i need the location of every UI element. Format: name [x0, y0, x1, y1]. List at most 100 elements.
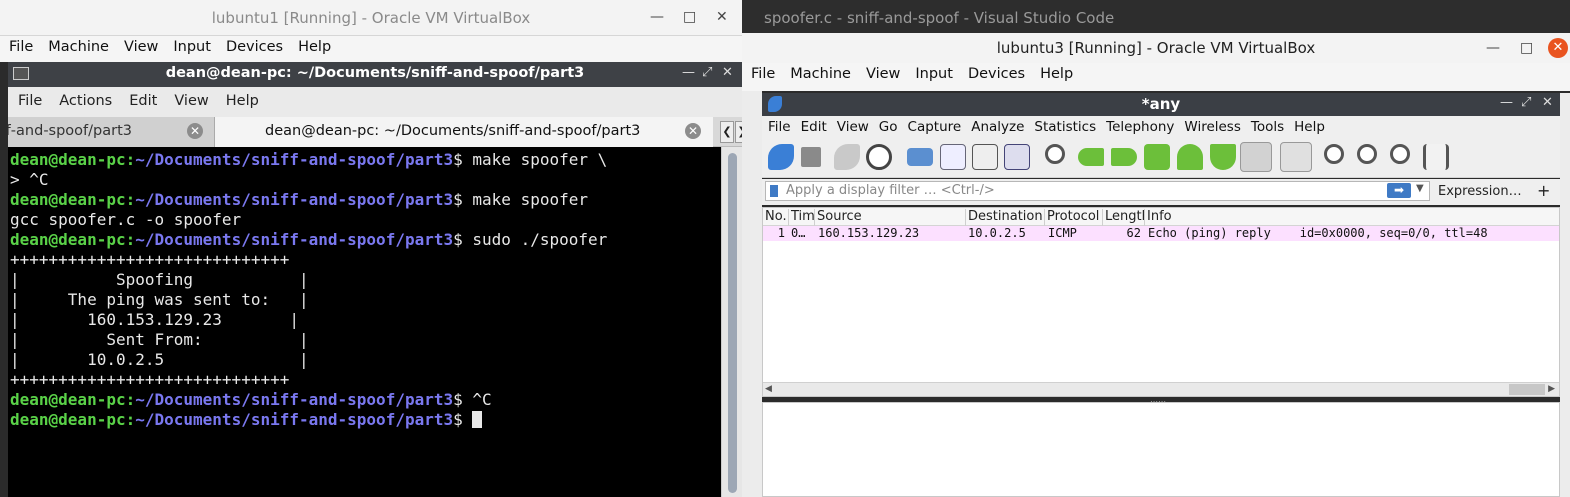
- reload-file-icon[interactable]: [1004, 144, 1030, 170]
- vb1-menu-help[interactable]: Help: [289, 36, 337, 55]
- packet-details-pane[interactable]: [762, 402, 1560, 497]
- terminal-tab-2[interactable]: dean@dean-pc: ~/Documents/sniff-and-spoo…: [215, 117, 713, 147]
- cell-no: 1: [777, 226, 785, 240]
- open-file-icon[interactable]: [907, 148, 933, 166]
- zoom-out-icon[interactable]: [1357, 144, 1377, 164]
- vb3-menu-devices[interactable]: Devices: [959, 63, 1031, 82]
- expression-button[interactable]: Expression…: [1438, 184, 1522, 199]
- ws-menu-analyze[interactable]: Analyze: [965, 116, 1028, 135]
- prompt-path: ~/Documents/sniff-and-spoof/part3: [135, 410, 454, 429]
- go-last-packet-icon[interactable]: [1210, 144, 1236, 170]
- maximize-icon[interactable]: ⤢: [702, 65, 712, 80]
- chevron-down-icon[interactable]: ▼: [1416, 183, 1424, 194]
- vb1-menu-file[interactable]: File: [0, 36, 39, 55]
- packet-list[interactable]: No. Tim Source Destination Protocol Leng…: [762, 207, 1560, 397]
- vb1-menu-devices[interactable]: Devices: [217, 36, 289, 55]
- minimize-icon[interactable]: —: [682, 65, 695, 80]
- vb3-menu-view[interactable]: View: [857, 63, 906, 82]
- go-to-packet-icon[interactable]: [1144, 144, 1170, 170]
- minimize-icon[interactable]: —: [1486, 40, 1500, 56]
- save-file-icon[interactable]: [940, 144, 966, 170]
- cell-time: 0…: [791, 226, 806, 240]
- close-icon[interactable]: ✕: [1548, 38, 1568, 58]
- maximize-icon[interactable]: □: [1520, 40, 1533, 56]
- capture-options-icon[interactable]: [866, 144, 892, 170]
- scrollbar-thumb[interactable]: [728, 153, 737, 493]
- scroll-left-icon[interactable]: ◀: [765, 384, 772, 394]
- command-text: make spoofer \: [462, 150, 608, 169]
- ws-menu-wireless[interactable]: Wireless: [1178, 116, 1245, 135]
- table-row[interactable]: 1 0… 160.153.129.23 10.0.2.5 ICMP 62 Ech…: [763, 226, 1559, 241]
- start-capture-icon[interactable]: [768, 144, 794, 170]
- restart-capture-icon[interactable]: [834, 144, 860, 170]
- column-time[interactable]: Tim: [789, 209, 815, 226]
- scroll-right-icon[interactable]: ▶: [1548, 384, 1555, 394]
- bookmark-icon[interactable]: [770, 185, 778, 197]
- ws-menu-telephony[interactable]: Telephony: [1100, 116, 1178, 135]
- vb3-menu-help[interactable]: Help: [1031, 63, 1079, 82]
- tab-label: dean@dean-pc: ~/Documents/sniff-and-spoo…: [8, 123, 132, 139]
- resize-columns-icon[interactable]: [1423, 144, 1449, 170]
- ws-menu-file[interactable]: File: [762, 116, 795, 135]
- column-protocol[interactable]: Protocol: [1045, 209, 1103, 226]
- ws-menu-tools[interactable]: Tools: [1245, 116, 1288, 135]
- minimize-icon[interactable]: —: [1500, 95, 1513, 110]
- packet-list-scrollbar[interactable]: ◀ ▶: [763, 382, 1559, 396]
- vb3-menu-file[interactable]: File: [742, 63, 781, 82]
- column-source[interactable]: Source: [815, 209, 966, 226]
- colorize-icon[interactable]: [1280, 142, 1312, 172]
- vscode-titlebar[interactable]: spoofer.c - sniff-and-spoof - Visual Stu…: [742, 0, 1570, 36]
- terminal-tab-1[interactable]: dean@dean-pc: ~/Documents/sniff-and-spoo…: [8, 117, 215, 147]
- vb1-menu-input[interactable]: Input: [164, 36, 217, 55]
- minimize-icon[interactable]: —: [650, 9, 664, 25]
- terminal-menu-file[interactable]: File: [8, 87, 49, 109]
- stop-capture-icon[interactable]: [801, 147, 821, 167]
- display-filter-input[interactable]: Apply a display filter … <Ctrl-/>: [765, 181, 1430, 201]
- close-icon[interactable]: ✕: [722, 65, 733, 80]
- prompt-user: dean@dean-pc: [10, 190, 126, 209]
- autoscroll-icon[interactable]: [1240, 142, 1272, 172]
- maximize-icon[interactable]: □: [683, 9, 696, 25]
- tab-scroll-left-icon[interactable]: ❮: [720, 121, 734, 143]
- go-forward-icon[interactable]: [1111, 148, 1137, 166]
- column-destination[interactable]: Destination: [966, 209, 1045, 226]
- column-no[interactable]: No.: [763, 209, 789, 226]
- find-packet-icon[interactable]: [1045, 144, 1065, 164]
- vb1-menu-machine[interactable]: Machine: [39, 36, 115, 55]
- wireshark-titlebar[interactable]: *any — ⤢ ✕: [762, 93, 1560, 116]
- go-back-icon[interactable]: [1078, 148, 1104, 166]
- zoom-in-icon[interactable]: [1324, 144, 1344, 164]
- terminal-menu-help[interactable]: Help: [216, 87, 266, 109]
- ws-menu-statistics[interactable]: Statistics: [1028, 116, 1100, 135]
- go-first-packet-icon[interactable]: [1177, 144, 1203, 170]
- ws-menu-help[interactable]: Help: [1288, 116, 1329, 135]
- close-tab-icon[interactable]: ✕: [685, 123, 701, 139]
- close-icon[interactable]: ✕: [1542, 95, 1553, 110]
- close-icon[interactable]: ✕: [716, 9, 728, 25]
- ws-menu-edit[interactable]: Edit: [795, 116, 831, 135]
- terminal-scrollbar[interactable]: [721, 147, 742, 497]
- maximize-icon[interactable]: ⤢: [1521, 95, 1531, 110]
- vb1-titlebar[interactable]: lubuntu1 [Running] - Oracle VM VirtualBo…: [0, 0, 742, 36]
- ws-menu-capture[interactable]: Capture: [902, 116, 966, 135]
- terminal-menu-edit[interactable]: Edit: [119, 87, 164, 109]
- vb3-menu-machine[interactable]: Machine: [781, 63, 857, 82]
- ws-menu-view[interactable]: View: [831, 116, 873, 135]
- vb3-menu-input[interactable]: Input: [906, 63, 959, 82]
- normal-size-icon[interactable]: [1390, 144, 1410, 164]
- command-text: sudo ./spoofer: [462, 230, 608, 249]
- terminal-titlebar[interactable]: dean@dean-pc: ~/Documents/sniff-and-spoo…: [8, 62, 742, 87]
- terminal-menu-view[interactable]: View: [164, 87, 215, 109]
- column-length[interactable]: Length: [1103, 209, 1145, 226]
- scrollbar-thumb[interactable]: [1509, 384, 1545, 395]
- ws-menu-go[interactable]: Go: [873, 116, 902, 135]
- add-filter-button[interactable]: +: [1537, 181, 1550, 200]
- terminal-output[interactable]: dean@dean-pc:~/Documents/sniff-and-spoof…: [8, 147, 721, 497]
- vb3-titlebar[interactable]: lubuntu3 [Running] - Oracle VM VirtualBo…: [742, 33, 1570, 63]
- terminal-menu-actions[interactable]: Actions: [49, 87, 119, 109]
- apply-filter-icon[interactable]: ➡: [1387, 183, 1411, 198]
- column-info[interactable]: Info: [1145, 209, 1559, 226]
- close-file-icon[interactable]: [972, 144, 998, 170]
- vb1-menu-view[interactable]: View: [115, 36, 164, 55]
- close-tab-icon[interactable]: ✕: [187, 123, 203, 139]
